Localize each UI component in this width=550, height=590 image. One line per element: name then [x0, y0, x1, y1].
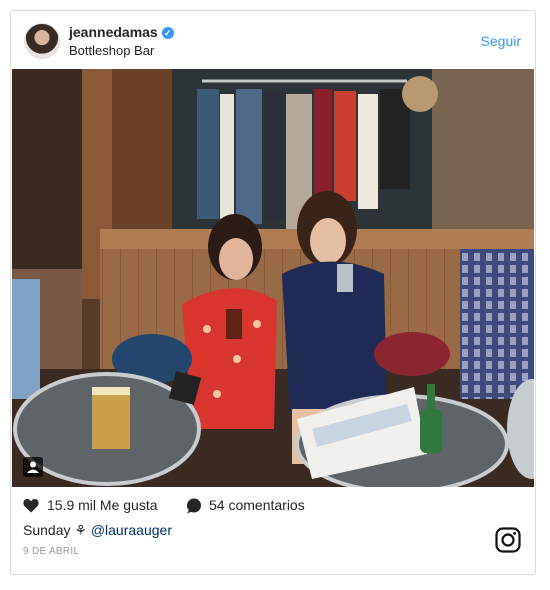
caption-mention-link[interactable]: @lauraauger — [91, 522, 172, 538]
location-link[interactable]: Bottleshop Bar — [69, 43, 154, 58]
post-caption: Sunday ⚘ @lauraauger — [23, 522, 172, 539]
post-photo[interactable] — [12, 69, 534, 487]
likes-count[interactable]: 15.9 mil Me gusta — [47, 497, 158, 513]
username-link[interactable]: jeannedamas ✓ — [69, 24, 174, 40]
flower-icon: ⚘ — [74, 522, 87, 538]
follow-button[interactable]: Seguir — [481, 33, 521, 49]
instagram-post-card: jeannedamas ✓ Bottleshop Bar Seguir 15.9… — [10, 10, 536, 575]
comment-icon[interactable] — [186, 498, 202, 514]
username-text[interactable]: jeannedamas — [69, 24, 158, 40]
instagram-icon[interactable] — [495, 527, 521, 553]
avatar[interactable] — [24, 23, 60, 59]
post-header: jeannedamas ✓ Bottleshop Bar Seguir — [11, 11, 535, 69]
comments-count[interactable]: 54 comentarios — [209, 497, 305, 513]
caption-text: Sunday — [23, 522, 71, 538]
verified-badge-icon: ✓ — [161, 27, 174, 39]
user-tag-icon[interactable] — [23, 457, 43, 477]
post-photo-image — [12, 69, 534, 487]
post-date[interactable]: 9 DE ABRIL — [23, 546, 79, 557]
heart-icon[interactable] — [23, 498, 39, 513]
